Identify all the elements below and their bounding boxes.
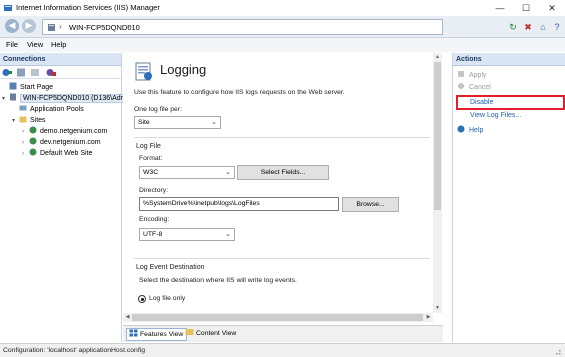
server-icon xyxy=(48,24,55,31)
chevron-down-icon: ⌄ xyxy=(211,119,217,126)
help-action[interactable]: Help xyxy=(457,125,483,136)
menu-bar: File View Help xyxy=(0,38,565,52)
title-bar: Internet Information Services (IIS) Mana… xyxy=(0,0,565,16)
vertical-scrollbar[interactable]: ▲ ▼ xyxy=(433,53,442,313)
expand-toggle-icon[interactable]: › xyxy=(22,151,29,157)
log-file-only-radio[interactable] xyxy=(138,295,146,303)
start-page-icon xyxy=(9,82,17,90)
close-button[interactable]: ✕ xyxy=(539,0,565,16)
log-event-destination-title: Log Event Destination xyxy=(136,264,205,271)
feature-description: Use this feature to configure how IIS lo… xyxy=(134,89,345,96)
resize-grip-icon[interactable] xyxy=(553,347,561,355)
breadcrumb-separator-icon: › xyxy=(127,22,130,31)
apply-action[interactable]: Apply xyxy=(457,70,487,81)
actions-panel: Actions Apply Cancel Disable View Log Fi… xyxy=(452,53,565,342)
address-bar: ◀ ▶ › WIN-FCP5DQND010 › ↻ ✖ ⌂ ? xyxy=(0,16,565,38)
tree-item-site[interactable]: › Default Web Site xyxy=(22,148,92,158)
tree-item-app-pools[interactable]: Application Pools xyxy=(12,104,84,114)
encoding-select[interactable]: UTF-8 ⌄ xyxy=(139,228,235,241)
save-icon[interactable] xyxy=(16,68,26,77)
features-view-icon xyxy=(129,329,138,337)
address-field[interactable]: › WIN-FCP5DQND010 › xyxy=(42,19,443,35)
chevron-down-icon: ⌄ xyxy=(225,231,231,238)
content-view-icon xyxy=(185,329,194,335)
globe-icon xyxy=(29,126,37,134)
menu-file[interactable]: File xyxy=(6,40,18,49)
cancel-action[interactable]: Cancel xyxy=(457,82,491,93)
back-arrow-icon[interactable]: ◀ xyxy=(5,19,19,33)
page-title: Logging xyxy=(160,62,207,77)
horizontal-scrollbar[interactable]: ◀ ▶ xyxy=(123,313,433,322)
format-select[interactable]: W3C ⌄ xyxy=(139,166,235,179)
breadcrumb-separator-icon: › xyxy=(59,22,62,31)
feature-content-panel: Logging Use this feature to configure ho… xyxy=(123,53,443,342)
collapse-toggle-icon[interactable]: ▾ xyxy=(12,117,19,124)
scroll-up-icon[interactable]: ▲ xyxy=(433,53,442,62)
refresh-icon[interactable]: ↻ xyxy=(506,20,520,34)
encoding-label: Encoding: xyxy=(139,216,170,223)
folder-icon xyxy=(19,116,27,123)
log-event-description: Select the destination where IIS will wr… xyxy=(139,277,297,284)
globe-icon xyxy=(29,148,37,156)
log-file-only-label[interactable]: Log file only xyxy=(149,295,185,302)
cancel-icon xyxy=(458,83,464,89)
one-log-file-per-label: One log file per: xyxy=(134,106,182,113)
browse-button[interactable]: Browse... xyxy=(342,197,399,212)
highlight-annotation xyxy=(456,95,565,110)
status-text: Configuration: 'localhost' applicationHo… xyxy=(3,347,146,354)
connections-panel: Connections Start Page ▾ WIN-FCP5DQND010 … xyxy=(0,53,130,342)
scrollbar-thumb[interactable] xyxy=(434,62,441,210)
disconnect-icon[interactable] xyxy=(30,68,40,77)
view-log-files-action[interactable]: View Log Files... xyxy=(470,110,521,121)
app-pools-icon xyxy=(19,105,27,111)
tree-item-site[interactable]: › demo.netgenium.com xyxy=(22,126,107,136)
scroll-right-icon[interactable]: ▶ xyxy=(424,313,433,322)
stop-icon[interactable]: ✖ xyxy=(521,20,535,34)
divider xyxy=(134,258,430,259)
tree-item-sites[interactable]: ▾ Sites xyxy=(12,115,46,125)
expand-toggle-icon[interactable]: › xyxy=(22,140,29,146)
scroll-down-icon[interactable]: ▼ xyxy=(433,304,442,313)
tab-content-view[interactable]: Content View xyxy=(183,328,239,341)
connections-header: Connections xyxy=(0,53,121,66)
help-icon[interactable]: ? xyxy=(550,20,564,34)
home-icon[interactable]: ⌂ xyxy=(536,20,550,34)
connections-toolbar xyxy=(0,66,121,79)
tree-item-site[interactable]: › dev.netgenium.com xyxy=(22,137,101,147)
actions-header: Actions xyxy=(453,53,565,66)
feature-scroll-area: Logging Use this feature to configure ho… xyxy=(123,53,443,313)
directory-label: Directory: xyxy=(139,187,169,194)
server-icon xyxy=(10,93,16,101)
tree-item-server[interactable]: ▾ WIN-FCP5DQND010 (D136\Adm xyxy=(2,93,130,103)
menu-view[interactable]: View xyxy=(27,40,43,49)
status-bar: Configuration: 'localhost' applicationHo… xyxy=(0,343,565,357)
window-title: Internet Information Services (IIS) Mana… xyxy=(16,3,160,12)
collapse-toggle-icon[interactable]: ▾ xyxy=(2,95,9,102)
tab-features-view[interactable]: Features View xyxy=(126,328,188,341)
view-tabs: Features View Content View xyxy=(123,325,443,342)
directory-input[interactable]: %SystemDrive%\inetpub\logs\LogFiles xyxy=(139,197,339,211)
remove-connection-icon[interactable] xyxy=(46,68,56,77)
connect-icon[interactable] xyxy=(2,68,12,77)
format-label: Format: xyxy=(139,155,163,162)
log-file-group-title: Log File xyxy=(136,143,161,150)
forward-arrow-icon[interactable]: ▶ xyxy=(22,19,36,33)
expand-toggle-icon[interactable]: › xyxy=(22,129,29,135)
minimize-button[interactable]: — xyxy=(487,0,513,16)
maximize-button[interactable]: ☐ xyxy=(513,0,539,16)
menu-help[interactable]: Help xyxy=(51,40,66,49)
chevron-down-icon: ⌄ xyxy=(225,169,231,176)
apply-icon xyxy=(458,71,464,77)
scroll-left-icon[interactable]: ◀ xyxy=(123,313,132,322)
select-fields-button[interactable]: Select Fields... xyxy=(237,165,329,180)
iis-app-icon xyxy=(4,5,12,11)
logging-feature-icon xyxy=(135,62,152,81)
help-circle-icon xyxy=(457,125,465,133)
one-log-file-per-select[interactable]: Site ⌄ xyxy=(134,116,221,129)
globe-icon xyxy=(29,137,37,145)
scrollbar-thumb[interactable] xyxy=(132,314,423,321)
tree-item-start-page[interactable]: Start Page xyxy=(2,82,53,92)
divider xyxy=(134,137,430,138)
